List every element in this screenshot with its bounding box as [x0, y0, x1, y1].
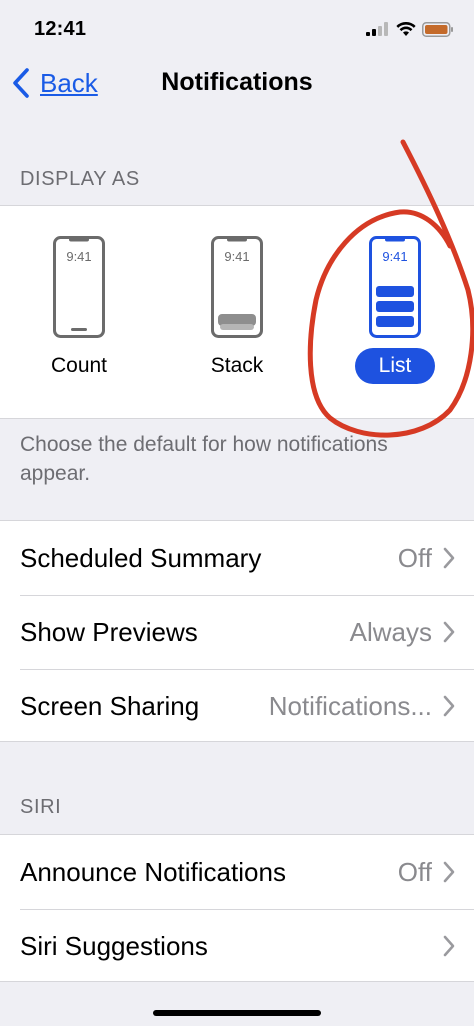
row-label: Screen Sharing [20, 690, 200, 721]
siri-settings-card: Announce Notifications Off Siri Suggesti… [0, 834, 474, 982]
navigation-bar: Notifications Back [0, 52, 474, 114]
chevron-right-icon [443, 621, 455, 643]
display-option-list-label: List [355, 348, 435, 384]
section-header-display-as: DISPLAY AS [20, 168, 140, 190]
back-button-label: Back [40, 67, 98, 98]
chevron-right-icon [443, 695, 455, 717]
status-icons [366, 20, 454, 38]
section-header-siri: SIRI [20, 796, 62, 818]
row-screen-sharing[interactable]: Screen Sharing Notifications... [0, 669, 474, 743]
phone-list-icon: 9:41 [369, 236, 421, 338]
phone-stack-time: 9:41 [224, 249, 249, 264]
display-option-stack[interactable]: 9:41 Stack [177, 236, 297, 384]
row-show-previews[interactable]: Show Previews Always [0, 595, 474, 669]
row-label: Siri Suggestions [20, 930, 208, 961]
chevron-right-icon [443, 935, 455, 957]
battery-icon [422, 21, 453, 37]
display-option-list[interactable]: 9:41 List [335, 236, 455, 384]
wifi-icon [396, 21, 416, 36]
display-option-stack-label: Stack [210, 354, 264, 377]
row-announce-notifications[interactable]: Announce Notifications Off [0, 835, 474, 909]
row-value: Off [397, 856, 432, 887]
back-button[interactable]: Back [12, 64, 98, 102]
row-value: Notifications... [268, 690, 432, 721]
display-option-count[interactable]: 9:41 Count [19, 236, 139, 384]
phone-count-time: 9:41 [66, 249, 91, 264]
cellular-signal-icon [366, 22, 388, 36]
display-option-count-label: Count [50, 354, 108, 377]
chevron-right-icon [443, 861, 455, 883]
phone-stack-icon: 9:41 [211, 236, 263, 338]
row-scheduled-summary[interactable]: Scheduled Summary Off [0, 521, 474, 595]
phone-count-icon: 9:41 [53, 236, 105, 338]
display-as-footer: Choose the default for how notifications… [20, 433, 388, 485]
home-indicator[interactable] [153, 1010, 321, 1016]
row-siri-suggestions[interactable]: Siri Suggestions [0, 909, 474, 983]
row-value: Off [397, 542, 432, 573]
notification-settings-card: Scheduled Summary Off Show Previews Alwa… [0, 520, 474, 742]
row-label: Show Previews [20, 616, 198, 647]
chevron-left-icon [13, 68, 29, 98]
row-value: Always [349, 616, 432, 647]
status-time: 12:41 [34, 18, 87, 40]
row-label: Announce Notifications [20, 856, 286, 887]
chevron-right-icon [443, 547, 455, 569]
phone-list-time: 9:41 [382, 249, 407, 264]
row-label: Scheduled Summary [20, 542, 262, 573]
display-as-card: 9:41 Count 9:41 Stack 9:41 List [0, 205, 474, 419]
status-bar: 12:41 [0, 0, 474, 52]
